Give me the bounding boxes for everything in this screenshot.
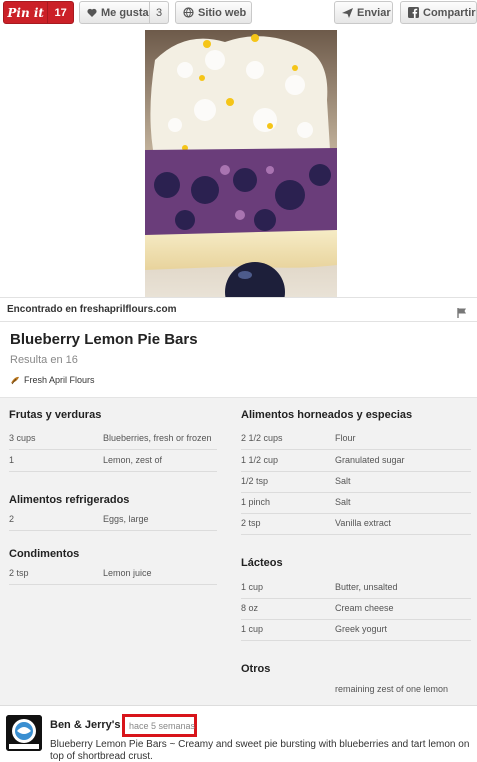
ingredient-name: Butter, unsalted xyxy=(335,582,398,592)
globe-icon xyxy=(183,7,194,18)
ingredient-qty: 1 1/2 cup xyxy=(241,455,279,465)
ingredient-qty: 1 cup xyxy=(241,624,264,634)
pinner-name[interactable]: Ben & Jerry's xyxy=(50,719,121,731)
category-heading: Condimentos xyxy=(9,548,80,560)
ingredient-row: remaining zest of one lemon xyxy=(241,680,471,701)
ingredient-name: Vanilla extract xyxy=(335,518,391,528)
facebook-icon xyxy=(408,7,419,18)
send-icon xyxy=(342,7,353,18)
ingredient-row: 1 cup Butter, unsalted xyxy=(241,578,471,599)
ingredient-row: 1 Lemon, zest of xyxy=(9,451,217,472)
pin-it-label: Pin it xyxy=(7,5,44,20)
ingredient-qty: 1 cup xyxy=(241,582,264,592)
recipe-servings: Resulta en 16 xyxy=(10,354,78,366)
ingredient-qty: 1 xyxy=(9,455,15,465)
like-label: Me gusta xyxy=(101,6,149,19)
recipe-photo[interactable] xyxy=(145,30,337,297)
ingredient-name: Cream cheese xyxy=(335,603,394,613)
ingredient-name: Flour xyxy=(335,433,356,443)
ingredient-qty: 1 pinch xyxy=(241,497,271,507)
ingredient-name: Salt xyxy=(335,476,351,486)
time-highlight: hace 5 semanas xyxy=(122,714,197,737)
send-label: Enviar xyxy=(357,6,391,19)
ingredient-row: 3 cups Blueberries, fresh or frozen xyxy=(9,429,217,450)
share-label: Compartir xyxy=(423,6,476,19)
ingredient-qty: 2 tsp xyxy=(241,518,261,528)
category-heading: Frutas y verduras xyxy=(9,409,102,421)
send-button[interactable]: Enviar xyxy=(334,1,393,24)
ingredient-row: 2 Eggs, large xyxy=(9,510,217,531)
ingredient-qty: 2 xyxy=(9,514,15,524)
ingredient-row: 2 tsp Lemon juice xyxy=(9,564,217,585)
ingredient-name: Granulated sugar xyxy=(335,455,405,465)
share-button[interactable]: Compartir xyxy=(400,1,477,24)
ingredient-name: remaining zest of one lemon xyxy=(335,684,449,694)
recipe-source-label: Fresh April Flours xyxy=(24,375,95,385)
ingredient-name: Eggs, large xyxy=(103,514,149,524)
like-button[interactable]: Me gusta 3 xyxy=(79,1,169,24)
ingredient-row: 1 pinch Salt xyxy=(241,493,471,514)
ingredient-row: 2 1/2 cups Flour xyxy=(241,429,471,450)
category-heading: Alimentos horneados y especias xyxy=(241,409,413,421)
website-label: Sitio web xyxy=(198,6,247,19)
ingredient-row: 1 1/2 cup Granulated sugar xyxy=(241,451,471,472)
ingredient-name: Blueberries, fresh or frozen xyxy=(103,433,212,443)
flag-icon[interactable] xyxy=(457,305,467,318)
category-heading: Alimentos refrigerados xyxy=(9,494,130,506)
like-label-wrap: Me gusta xyxy=(80,7,149,19)
pinner-section: Ben & Jerry's hace 5 semanas Blueberry L… xyxy=(0,705,477,762)
like-count: 3 xyxy=(149,2,168,23)
ingredient-qty: 1/2 tsp xyxy=(241,476,269,486)
found-on-text[interactable]: Encontrado en freshaprilflours.com xyxy=(7,304,176,315)
ingredient-qty: 8 oz xyxy=(241,603,259,613)
pin-time: hace 5 semanas xyxy=(129,721,196,731)
ingredient-qty: 3 cups xyxy=(9,433,36,443)
ingredient-name: Greek yogurt xyxy=(335,624,388,634)
ingredient-qty: 2 tsp xyxy=(9,568,29,578)
website-button[interactable]: Sitio web xyxy=(175,1,252,24)
source-icon xyxy=(10,375,20,385)
ingredient-name: Lemon, zest of xyxy=(103,455,163,465)
ingredients-panel: Frutas y verduras 3 cups Blueberries, fr… xyxy=(0,397,477,705)
ingredient-row: 1/2 tsp Salt xyxy=(241,472,471,493)
avatar[interactable] xyxy=(6,715,42,751)
recipe-source[interactable]: Fresh April Flours xyxy=(10,375,95,385)
category-heading: Lácteos xyxy=(241,557,283,569)
recipe-title: Blueberry Lemon Pie Bars xyxy=(10,331,198,348)
pin-it-button[interactable]: Pin it 17 xyxy=(3,1,74,24)
action-bar: Pin it 17 Me gusta 3 Sitio web Enviar Co… xyxy=(0,0,477,30)
ingredient-qty: 2 1/2 cups xyxy=(241,433,283,443)
heart-icon xyxy=(87,8,97,17)
ingredient-row: 1 cup Greek yogurt xyxy=(241,620,471,641)
category-heading: Otros xyxy=(241,663,271,675)
ingredient-row: 2 tsp Vanilla extract xyxy=(241,514,471,535)
pin-description: Blueberry Lemon Pie Bars ~ Creamy and sw… xyxy=(50,739,470,762)
pin-count: 17 xyxy=(47,2,73,23)
found-on-bar: Encontrado en freshaprilflours.com xyxy=(0,297,477,322)
ingredient-name: Lemon juice xyxy=(103,568,152,578)
ingredient-row: 8 oz Cream cheese xyxy=(241,599,471,620)
ingredient-name: Salt xyxy=(335,497,351,507)
